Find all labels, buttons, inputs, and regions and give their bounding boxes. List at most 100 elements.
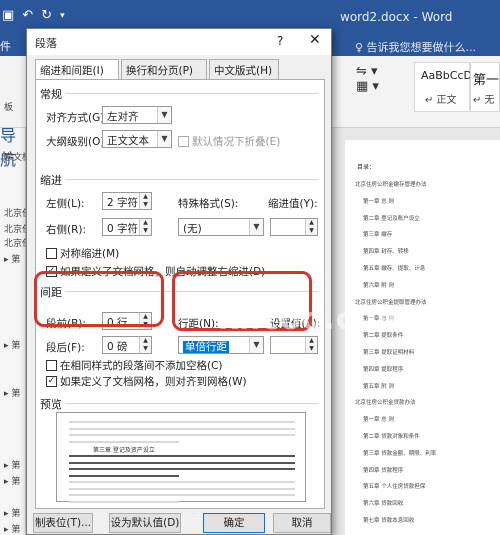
outline-level-value: 正文文本 <box>107 135 149 147</box>
alignment-label: 对齐方式(G): <box>46 112 108 124</box>
cancel-button[interactable]: 取消 <box>273 513 331 533</box>
save-icon[interactable]: ▣ <box>2 8 14 23</box>
style-name: ↵ 无 <box>473 95 495 106</box>
toc-line: 第六章 附 则 <box>363 282 394 289</box>
toc-line: 第五章 附 则 <box>363 383 394 390</box>
nav-item[interactable]: ▸ 第 <box>4 458 20 471</box>
checkbox-box <box>178 136 189 147</box>
nav-item[interactable]: ▸ 第 <box>4 386 20 399</box>
preview-line <box>69 455 295 457</box>
spinner-arrows-icon[interactable]: ▲ ▼ <box>139 193 151 209</box>
document-page[interactable]: 目录： 北京住房公积金缴存管理办法 第一章 总 则第二章 登记及账户设立 第三章 缴… <box>345 140 500 535</box>
no-space-same-style-checkbox[interactable]: 在相同样式的段落间不添加空格(C) <box>46 358 223 373</box>
redo-icon[interactable]: ↻ <box>41 8 52 23</box>
indent-left-value: 2 字符 <box>107 197 139 209</box>
indent-right-value: 0 字符 <box>107 223 139 235</box>
toc-line: 第五章 个人住房贷款担保 <box>363 484 426 491</box>
preview-line <box>69 427 295 430</box>
preview-line <box>69 481 295 483</box>
mirror-indents-checkbox[interactable]: 对称缩进(M) <box>46 246 119 261</box>
toc-line: 北京住房公积金缴存管理办法 <box>355 182 427 188</box>
line-spacing-select[interactable]: 单倍行距 ▼ <box>178 336 264 354</box>
document-title: word2.docx - Word <box>340 10 453 24</box>
checkbox-box <box>46 360 57 371</box>
watermark: khcoo.com <box>218 302 409 337</box>
indent-by-label: 缩进值(Y): <box>268 198 318 210</box>
special-indent-select[interactable]: (无) ▼ <box>178 218 264 236</box>
help-icon[interactable]: ? <box>277 34 283 48</box>
spacing-after-spinner[interactable]: 0 磅 ▲ ▼ <box>102 336 152 354</box>
nav-item[interactable]: 板 <box>4 100 13 113</box>
chevron-down-icon: ▼ <box>249 219 263 235</box>
preview-line <box>69 494 295 496</box>
tabs-button[interactable]: 制表位(T)... <box>33 513 93 533</box>
spinner-arrows-icon[interactable]: ▲ ▼ <box>139 219 151 235</box>
line-spacing-value: 单倍行距 <box>183 341 229 353</box>
tab-line-page-breaks[interactable]: 换行和分页(P) <box>121 59 207 79</box>
nav-item[interactable]: ▸ 第 <box>4 338 20 351</box>
alignment-select[interactable]: 左对齐 ▼ <box>102 106 172 124</box>
nav-item[interactable]: ▸ 第 <box>4 506 20 519</box>
separator <box>66 93 318 94</box>
set-as-default-button[interactable]: 设为默认值(D) <box>109 513 181 533</box>
highlight-spacing-before-after <box>34 271 164 327</box>
preview-line <box>69 421 295 423</box>
snap-to-grid-label: 如果定义了文档网格，则对齐到网格(W) <box>60 376 247 388</box>
navigation-pane: 导航 板 索文档 北京任 北京任 北京任 ▸ 第 ▸ 第 ▸ 第 ▸ 第 ▸ 第… <box>0 103 31 535</box>
tab-indents-spacing[interactable]: 缩进和间距(I) <box>35 59 119 80</box>
tab-asian-typography[interactable]: 中文版式(H) <box>209 59 279 79</box>
special-indent-value: (无) <box>183 223 202 235</box>
undo-icon[interactable]: ↶ <box>22 8 33 23</box>
preview-line <box>69 440 179 443</box>
preview-sample-heading: 第三章 登记及资产设立 <box>93 447 155 454</box>
toc-line: 第四章 提取程序 <box>363 366 404 373</box>
spacing-after-label: 段后(F): <box>46 342 85 354</box>
file-tab[interactable]: 件 <box>0 38 11 54</box>
dialog-title: 段落 <box>35 37 57 50</box>
indent-left-spinner[interactable]: 2 字符 ▲ ▼ <box>102 192 152 210</box>
special-indent-label: 特殊格式(S): <box>178 198 239 210</box>
chevron-down-icon: ▼ <box>157 107 171 123</box>
snap-to-grid-checkbox[interactable]: ✓ 如果定义了文档网格，则对齐到网格(W) <box>46 374 247 389</box>
toc-line: 第三章 缴存 <box>363 232 393 239</box>
spinner-arrows-icon[interactable]: ▲ ▼ <box>139 337 151 353</box>
style-normal[interactable]: AaBbCcDd ↵ 正文 <box>414 62 479 112</box>
ok-button[interactable]: 确定 <box>203 513 265 533</box>
outline-level-select[interactable]: 正文文本 ▼ <box>102 130 172 148</box>
nav-item[interactable]: ▸ 第 <box>4 252 20 265</box>
spinner-arrows-icon[interactable]: ▲ ▼ <box>305 337 317 353</box>
spacing-at-spinner[interactable]: ▲ ▼ <box>270 336 318 354</box>
style-heading[interactable]: 第一 ↵ 无 <box>470 62 500 112</box>
toc-line: 第一章 总 则 <box>363 417 394 424</box>
dropdown-icon[interactable]: ▾ <box>60 11 65 21</box>
tell-me-search[interactable]: ♀ 告诉我您想要做什么... <box>355 39 476 55</box>
separator <box>66 403 318 404</box>
preview-line <box>69 461 295 464</box>
toc-line: 北京住房公积金贷款办法 <box>355 400 416 407</box>
style-name: ↵ 正文 <box>425 95 457 106</box>
section-indentation: 缩进 <box>40 174 62 187</box>
close-icon[interactable]: ✕ <box>309 32 321 48</box>
spinner-arrows-icon[interactable]: ▲ ▼ <box>305 219 317 235</box>
section-preview: 预览 <box>40 398 62 411</box>
toc-line: 第三章 贷款金额、期限、利率 <box>363 450 437 457</box>
toc-line: 第六章 贷款回收 <box>363 501 404 508</box>
paragraph-preview: 第三章 登记及资产设立 <box>56 412 306 503</box>
format-icons[interactable]: ⇋ ▾ ▦ ▾ <box>356 64 379 94</box>
no-space-same-style-label: 在相同样式的段落间不添加空格(C) <box>60 360 223 372</box>
indent-right-label: 右侧(R): <box>46 224 87 236</box>
alignment-value: 左对齐 <box>107 111 139 123</box>
collapse-default-checkbox[interactable]: 默认情况下折叠(E) <box>178 134 280 149</box>
nav-item[interactable]: ▸ 第 <box>4 522 20 535</box>
nav-item[interactable]: ▸ 第 <box>4 474 20 487</box>
checkbox-box <box>46 248 57 259</box>
indent-left-label: 左侧(L): <box>46 198 85 210</box>
style-preview: 第一 <box>473 73 500 88</box>
spacing-after-value: 0 磅 <box>107 341 128 353</box>
indent-right-spinner[interactable]: 0 字符 ▲ ▼ <box>102 218 152 236</box>
chevron-down-icon: ▼ <box>157 131 171 147</box>
preview-line <box>69 487 295 490</box>
indent-by-spinner[interactable]: ▲ ▼ <box>270 218 318 236</box>
mirror-indents-label: 对称缩进(M) <box>60 248 120 260</box>
toc-line: 第七章 贷款本息回收 <box>363 518 415 524</box>
